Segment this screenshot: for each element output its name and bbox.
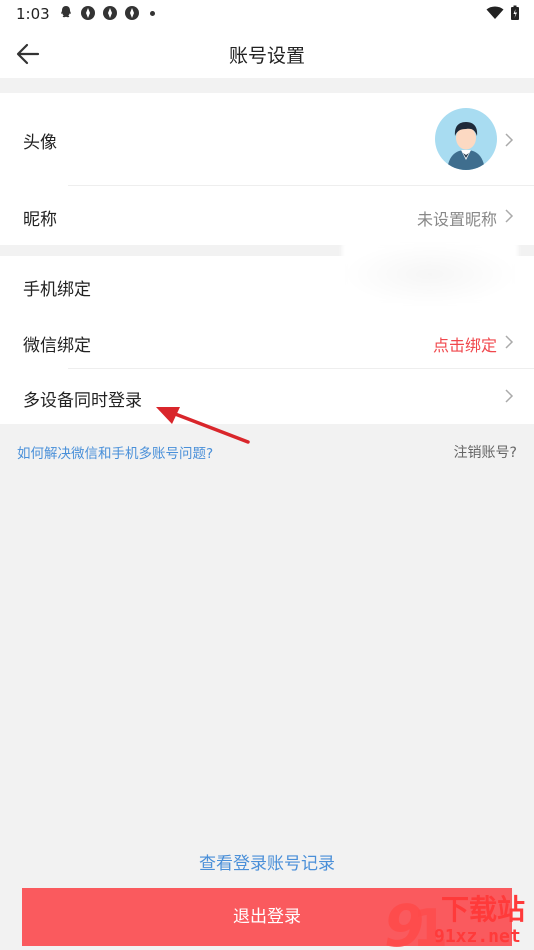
wechat-binding-label: 微信绑定 [23,336,91,356]
chevron-right-icon [505,335,514,349]
user-avatar-icon [447,122,485,170]
wifi-icon [486,6,504,19]
profile-section: 头像 昵称 未设置昵称 [0,93,534,245]
avatar-row[interactable]: 头像 [0,93,534,185]
system-icons [486,5,520,21]
nickname-label: 昵称 [23,210,57,230]
page-title: 账号设置 [228,45,305,67]
chevron-right-icon [505,209,514,223]
status-bar: 1:03 [0,0,534,28]
login-history-link[interactable]: 查看登录账号记录 [0,849,534,874]
status-time: 1:03 [16,5,50,23]
chevron-right-icon [505,133,514,147]
annotation-arrow-icon [156,407,250,444]
chevron-right-icon [505,389,514,403]
blurred-phone-number [342,242,518,306]
nickname-value: 未设置昵称 [416,210,497,229]
wechat-binding-action[interactable]: 点击绑定 [433,332,497,356]
multi-device-row[interactable]: 多设备同时登录 [0,369,534,424]
more-notifications-icon [150,10,155,16]
avatar-label: 头像 [23,133,57,153]
watermark-brand: 下载站 [441,893,526,926]
notification-icons [58,5,155,21]
wechat-binding-row[interactable]: 微信绑定 点击绑定 [0,312,534,368]
cancel-account-link[interactable]: 注销账号? [454,442,517,462]
app-icon [125,6,139,20]
qq-icon [61,6,71,18]
multi-device-label: 多设备同时登录 [23,391,142,411]
multi-account-help-link[interactable]: 如何解决微信和手机多账号问题? [17,442,213,462]
battery-icon [511,5,519,20]
app-icon [103,6,117,20]
nickname-row[interactable]: 昵称 未设置昵称 [0,186,534,245]
watermark-url: 91xz.net [434,926,521,947]
phone-binding-label: 手机绑定 [23,280,91,300]
app-icon [81,6,95,20]
nav-bar: 账号设置 [0,28,534,78]
avatar[interactable] [435,108,497,170]
